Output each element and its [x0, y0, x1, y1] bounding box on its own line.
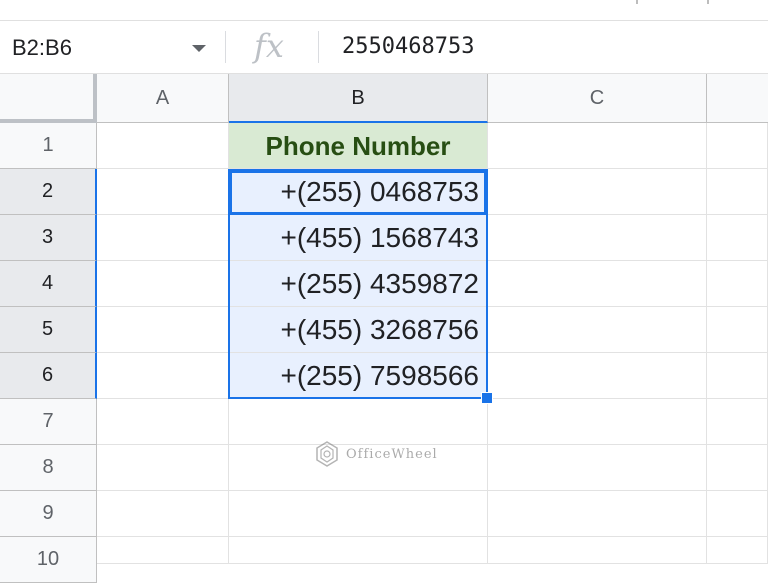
row-header-6[interactable]: 6 — [0, 353, 97, 399]
spreadsheet-grid: A B C 1 2 3 4 5 6 7 8 9 10 Phone Number … — [0, 74, 768, 583]
cell-b7[interactable] — [229, 399, 488, 445]
cell-c6[interactable] — [488, 353, 707, 399]
row-header-5[interactable]: 5 — [0, 307, 97, 353]
row-header-4[interactable]: 4 — [0, 261, 97, 307]
row-header-1[interactable]: 1 — [0, 123, 97, 169]
toolbar-fragment — [636, 0, 638, 4]
cell-a3[interactable] — [97, 215, 229, 261]
formula-bar-separator — [318, 31, 319, 63]
column-header-b[interactable]: B — [229, 74, 488, 123]
row-header-8[interactable]: 8 — [0, 445, 97, 491]
cell-c2[interactable] — [488, 169, 707, 215]
cell-c9[interactable] — [488, 491, 707, 537]
column-header-c[interactable]: C — [488, 74, 707, 123]
column-header-a[interactable]: A — [97, 74, 229, 123]
cell-a1[interactable] — [97, 123, 229, 169]
cell-d2[interactable] — [707, 169, 768, 215]
formula-bar: B2:B6 fx 2550468753 — [0, 21, 768, 74]
cell-d10[interactable] — [707, 537, 768, 564]
cell-b5[interactable]: +(455) 3268756 — [229, 307, 488, 353]
cell-d6[interactable] — [707, 353, 768, 399]
cell-d3[interactable] — [707, 215, 768, 261]
cell-b9[interactable] — [229, 491, 488, 537]
toolbar-fragment — [707, 0, 709, 4]
cell-c10[interactable] — [488, 537, 707, 564]
name-box-value: B2:B6 — [12, 35, 72, 60]
cell-b4[interactable]: +(255) 4359872 — [229, 261, 488, 307]
officewheel-logo-icon — [316, 441, 338, 467]
cell-a9[interactable] — [97, 491, 229, 537]
cell-b1-header[interactable]: Phone Number — [229, 123, 488, 169]
cell-d1[interactable] — [707, 123, 768, 169]
cell-d9[interactable] — [707, 491, 768, 537]
cell-b6[interactable]: +(255) 7598566 — [229, 353, 488, 399]
fx-icon: fx — [254, 27, 284, 65]
cell-a6[interactable] — [97, 353, 229, 399]
name-box[interactable]: B2:B6 — [0, 21, 225, 73]
cell-d4[interactable] — [707, 261, 768, 307]
fill-handle[interactable] — [481, 392, 493, 404]
row-header-3[interactable]: 3 — [0, 215, 97, 261]
watermark: OfficeWheel — [314, 441, 438, 467]
cell-c3[interactable] — [488, 215, 707, 261]
caret-down-icon[interactable] — [192, 45, 206, 52]
cell-a7[interactable] — [97, 399, 229, 445]
column-header-d[interactable] — [707, 74, 768, 123]
cell-a5[interactable] — [97, 307, 229, 353]
row-header-2[interactable]: 2 — [0, 169, 97, 215]
cell-a8[interactable] — [97, 445, 229, 491]
toolbar-strip — [0, 0, 768, 20]
cell-c5[interactable] — [488, 307, 707, 353]
row-header-9[interactable]: 9 — [0, 491, 97, 537]
select-all-corner[interactable] — [0, 74, 97, 123]
cell-b3[interactable]: +(455) 1568743 — [229, 215, 488, 261]
cell-b10[interactable] — [229, 537, 488, 564]
cell-d8[interactable] — [707, 445, 768, 491]
cell-c8[interactable] — [488, 445, 707, 491]
cell-c1[interactable] — [488, 123, 707, 169]
cell-d5[interactable] — [707, 307, 768, 353]
cell-d7[interactable] — [707, 399, 768, 445]
cell-a4[interactable] — [97, 261, 229, 307]
row-header-10[interactable]: 10 — [0, 537, 97, 583]
row-header-7[interactable]: 7 — [0, 399, 97, 445]
formula-bar-separator — [225, 31, 226, 63]
cell-c4[interactable] — [488, 261, 707, 307]
formula-input[interactable]: 2550468753 — [342, 34, 474, 59]
cell-a10[interactable] — [97, 537, 229, 564]
cell-c7[interactable] — [488, 399, 707, 445]
cell-b2[interactable]: +(255) 0468753 — [229, 169, 488, 215]
cell-a2[interactable] — [97, 169, 229, 215]
watermark-text: OfficeWheel — [346, 446, 438, 462]
